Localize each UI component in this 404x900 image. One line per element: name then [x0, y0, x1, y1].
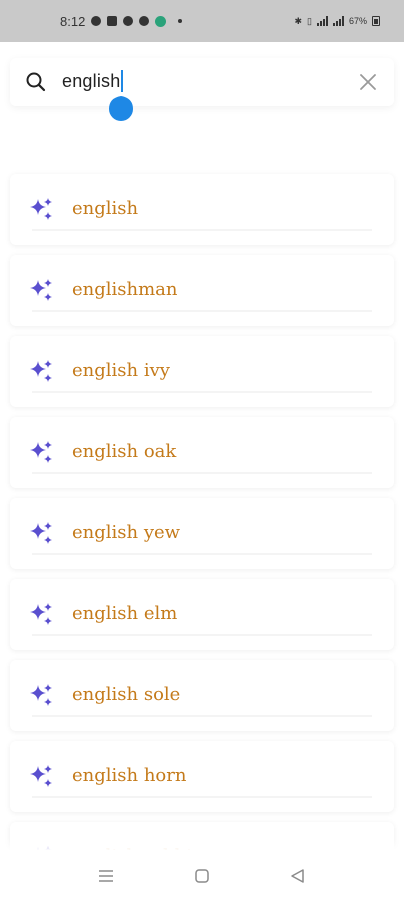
- suggestion-item[interactable]: englishman: [10, 255, 394, 326]
- divider: [32, 229, 372, 231]
- recents-icon[interactable]: [96, 866, 116, 886]
- sparkle-icon: [28, 602, 54, 628]
- signal-icon: [316, 16, 328, 26]
- suggestion-item[interactable]: english oak: [10, 417, 394, 488]
- suggestion-label: english elm: [72, 603, 178, 624]
- suggestion-item[interactable]: english yew: [10, 498, 394, 569]
- sparkle-icon: [28, 440, 54, 466]
- status-bar: 8:12 ✱ ▯ 67%: [0, 0, 404, 42]
- suggestion-label: english oak: [72, 441, 177, 462]
- sparkle-icon: [28, 764, 54, 790]
- bluetooth-icon: ✱: [294, 15, 303, 26]
- sparkle-icon: [28, 521, 54, 547]
- more-notifications-dot: [178, 19, 183, 23]
- battery-icon: [372, 16, 380, 26]
- home-icon[interactable]: [192, 866, 212, 886]
- back-icon[interactable]: [288, 866, 308, 886]
- divider: [32, 715, 372, 717]
- divider: [32, 310, 372, 312]
- battery-text: 67%: [348, 16, 367, 26]
- status-right: ✱ ▯ 67%: [294, 16, 380, 27]
- search-icon[interactable]: [24, 70, 48, 94]
- navigation-bar: [0, 838, 404, 900]
- suggestion-item[interactable]: english horn: [10, 741, 394, 812]
- status-time: 8:12: [60, 13, 86, 29]
- suggestion-item[interactable]: english ivy: [10, 336, 394, 407]
- vibrate-icon: ▯: [307, 15, 312, 26]
- sparkle-icon: [28, 683, 54, 709]
- sparkle-icon: [28, 197, 54, 223]
- suggestion-label: english ivy: [72, 360, 170, 381]
- divider: [32, 796, 372, 798]
- sparkle-icon: [28, 278, 54, 304]
- search-input[interactable]: [62, 71, 342, 92]
- suggestion-label: english: [72, 198, 139, 219]
- media-icon: [139, 16, 150, 26]
- suggestion-item[interactable]: english: [10, 174, 394, 245]
- suggestion-item[interactable]: english elm: [10, 579, 394, 650]
- whatsapp-icon: [91, 16, 102, 26]
- suggestion-label: english yew: [72, 522, 181, 543]
- search-bar: [10, 58, 394, 106]
- divider: [32, 391, 372, 393]
- suggestion-list: english englishman english ivy english oak e…: [10, 174, 394, 900]
- suggestion-label: english horn: [72, 765, 187, 786]
- nav-fade: [0, 838, 404, 850]
- sparkle-icon: [28, 359, 54, 385]
- caret-handle[interactable]: [108, 92, 134, 122]
- text-caret: [121, 70, 123, 92]
- divider: [32, 634, 372, 636]
- signal-icon-2: [332, 16, 344, 26]
- gallery-icon: [107, 16, 118, 26]
- app-icon: [155, 15, 167, 27]
- close-icon[interactable]: [358, 72, 378, 92]
- suggestion-label: english sole: [72, 684, 181, 705]
- messenger-icon: [123, 16, 134, 26]
- suggestion-item[interactable]: english sole: [10, 660, 394, 731]
- status-left: 8:12: [60, 13, 183, 29]
- divider: [32, 553, 372, 555]
- suggestion-label: englishman: [72, 279, 178, 300]
- divider: [32, 472, 372, 474]
